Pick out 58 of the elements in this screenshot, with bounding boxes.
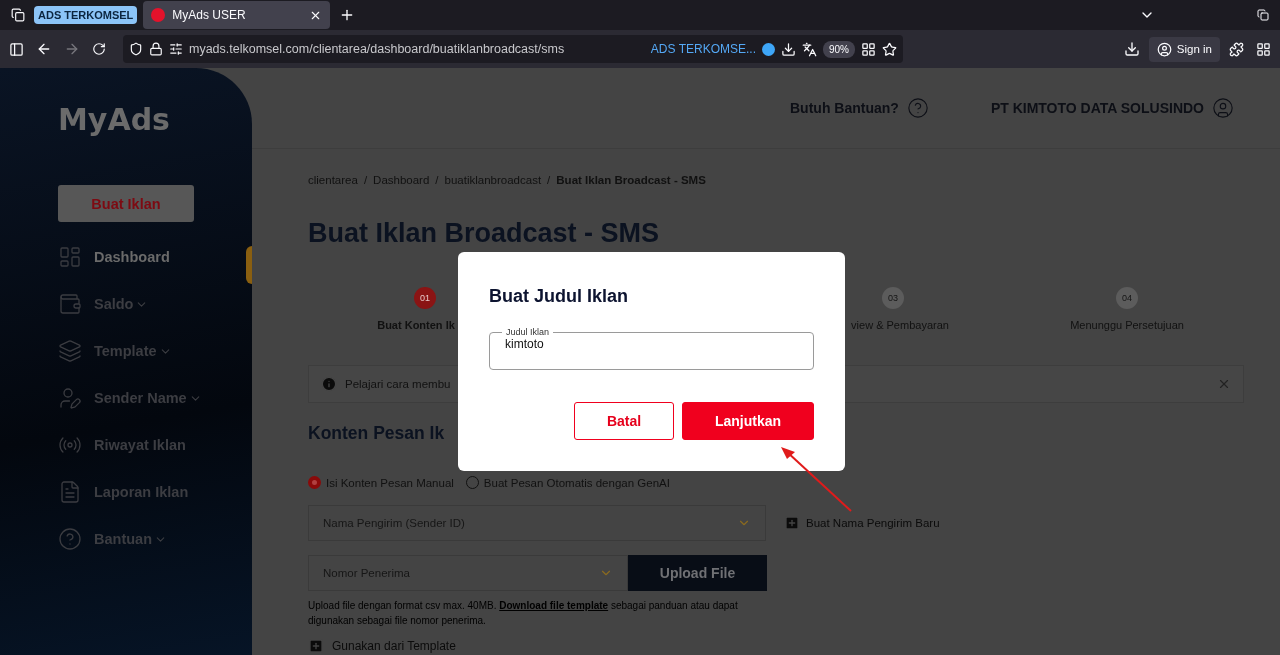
continue-button[interactable]: Lanjutkan [682,402,814,440]
help-link[interactable]: Butuh Bantuan? [790,100,899,116]
help-icon [58,527,82,551]
sidebar-item[interactable]: Dashboard [58,242,170,272]
grid-icon[interactable] [861,41,876,57]
page-title: Buat Iklan Broadcast - SMS [308,218,660,249]
create-ad-button[interactable]: Buat Iklan [58,185,194,222]
breadcrumb-separator: / [547,174,551,186]
download-icon[interactable] [781,41,796,57]
sign-in-button[interactable]: Sign in [1148,36,1220,62]
section-title: Konten Pesan Ik [308,423,445,444]
container-dot [762,42,775,56]
shield-icon[interactable] [129,42,143,56]
lock-icon[interactable] [149,42,163,56]
upload-file-button[interactable]: Upload File [628,555,767,591]
address-bar[interactable]: myads.telkomsel.com/clientarea/dashboard/buatiklanbroadcast/sms ADS TERKOMSE... 90% [123,35,903,63]
document-icon [58,480,82,504]
browser-tab[interactable]: MyAds USER [143,1,331,29]
user-icon [1156,41,1172,57]
layers-icon [58,339,82,363]
breadcrumb-separator: / [363,174,368,186]
tab-group-label[interactable]: ADS TERKOMSEL [34,6,138,24]
user-edit-icon [58,386,82,410]
zoom-level[interactable]: 90% [823,40,855,58]
step-circle: 01 [414,287,436,309]
sidebar-item[interactable]: Riwayat Iklan [58,430,186,460]
new-sender-link[interactable]: Buat Nama Pengirim Baru [784,515,940,531]
sidebar-item[interactable]: Template [58,336,172,366]
site-icon [151,8,166,22]
sidebar-item[interactable]: Sender Name [58,383,202,413]
tab-title: MyAds USER [172,8,247,22]
active-indicator [246,246,252,284]
permissions-icon[interactable] [169,42,183,56]
step-circle: 03 [882,287,904,309]
radio-button[interactable] [308,476,321,489]
translate-icon[interactable] [802,41,817,57]
plus-icon [784,515,800,531]
annotation-arrow [781,447,852,512]
info-icon [321,376,337,392]
url-text: myads.telkomsel.com/clientarea/dashboard/buatiklanbroadcast/sms [189,42,566,56]
cancel-button[interactable]: Batal [574,402,674,440]
input-value[interactable]: kimtoto [505,337,798,351]
upload-help-text: Upload file dengan format csv max. 40MB. Download file template sebagai panduan atau dapat digunakan sebagai file nomor penerima. [308,599,739,628]
use-template-link[interactable]: Gunakan dari Template [308,638,456,654]
breadcrumb-separator: / [435,174,439,186]
container-label[interactable]: ADS TERKOMSE... [650,42,756,56]
sidebar-item[interactable]: Bantuan [58,524,167,554]
dashboard-icon [58,245,82,269]
logo: MyAds [58,102,170,137]
step-circle: 04 [1116,287,1138,309]
restore-icon[interactable] [1254,6,1272,24]
title-input-field[interactable]: Judul Iklan kimtoto [489,327,814,370]
bookmark-star-icon[interactable] [882,41,897,57]
sidebar-item[interactable]: Laporan Iklan [58,477,189,507]
download-template-link[interactable]: Download file template [499,600,609,611]
field-label: Judul Iklan [505,327,551,337]
dialog-title: Buat Judul Iklan [489,286,629,307]
wallet-icon [58,292,82,316]
